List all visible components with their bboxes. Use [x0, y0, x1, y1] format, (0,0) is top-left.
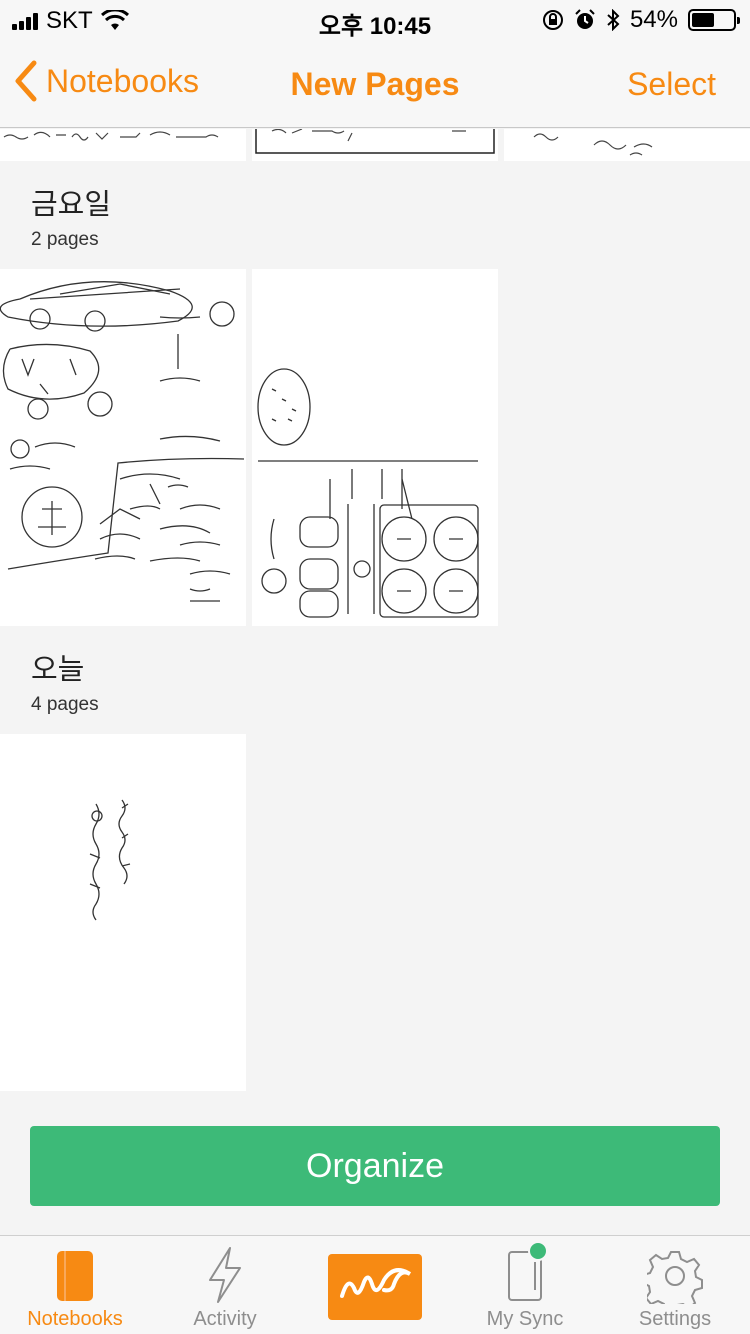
handwriting-sketch	[257, 368, 479, 618]
tab-activity[interactable]: Activity	[150, 1236, 300, 1334]
status-right: 54%	[542, 6, 740, 34]
battery-icon	[688, 9, 740, 31]
tab-label: Settings	[638, 1308, 712, 1330]
tab-settings[interactable]: Settings	[600, 1236, 750, 1334]
section-title: 오늘	[31, 654, 85, 686]
gear-icon	[647, 1248, 703, 1304]
tab-my-sync[interactable]: My Sync	[450, 1236, 600, 1334]
page-thumbnail[interactable]	[0, 734, 246, 1091]
tab-label: Notebooks	[27, 1308, 123, 1330]
orientation-lock-icon	[542, 9, 564, 31]
alarm-icon	[574, 9, 596, 31]
handwriting-sketch	[255, 129, 495, 154]
handwriting-icon	[328, 1254, 422, 1320]
tab-notebooks[interactable]: Notebooks	[0, 1236, 150, 1334]
handwriting-sketch	[533, 133, 653, 156]
organize-button[interactable]: Organize	[30, 1126, 720, 1206]
tab-label: My Sync	[486, 1308, 564, 1330]
tab-bar: Notebooks Activity My Sync Settings	[0, 1235, 750, 1334]
pages-list[interactable]: 금요일 2 pages 오늘 4 pages Organize	[0, 129, 750, 1235]
section-page-count: 2 pages	[31, 229, 99, 250]
section-header: 오늘 4 pages	[31, 646, 99, 716]
handwriting-sketch	[89, 799, 131, 921]
page-thumbnail[interactable]	[252, 269, 498, 626]
section-title: 금요일	[31, 189, 112, 221]
page-thumbnail[interactable]	[504, 129, 750, 161]
battery-fill	[692, 13, 714, 27]
page-thumbnail[interactable]	[0, 269, 246, 626]
lightning-icon	[204, 1246, 246, 1304]
battery-percent: 54%	[629, 6, 678, 33]
section-header: 금요일 2 pages	[31, 181, 111, 251]
status-bar: SKT 오후 10:45 54%	[0, 0, 750, 40]
tab-label: Activity	[193, 1308, 257, 1330]
notebook-icon	[55, 1250, 95, 1302]
section-page-count: 4 pages	[31, 694, 99, 715]
bluetooth-icon	[606, 9, 620, 31]
nav-bar: Notebooks New Pages Select	[0, 40, 750, 128]
handwriting-sketch	[3, 131, 219, 141]
page-thumbnail[interactable]	[0, 129, 246, 161]
page-thumbnail[interactable]	[252, 129, 498, 161]
new-note-button[interactable]	[328, 1254, 422, 1320]
sync-status-dot	[528, 1241, 548, 1261]
select-button[interactable]: Select	[627, 66, 716, 103]
handwriting-sketch	[0, 281, 245, 602]
